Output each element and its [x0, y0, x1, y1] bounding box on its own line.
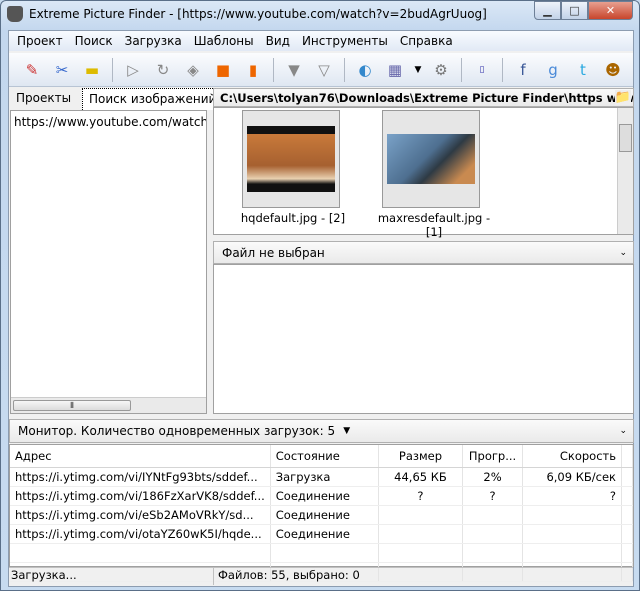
thumbnail-item[interactable]: hqdefault.jpg - [2]: [238, 110, 348, 225]
tools-icon[interactable]: ✂: [49, 58, 75, 82]
download-all-icon[interactable]: ▽: [311, 58, 337, 82]
toolbar: ✎ ✂ ▬ ▷ ↻ ◈ ■ ▮ ▼ ▽ ◐ ▦ ▼ ⚙ ▯ f g t ☻: [9, 53, 633, 87]
twitter-icon[interactable]: t: [570, 58, 596, 82]
stop-icon[interactable]: ■: [210, 58, 236, 82]
table-row[interactable]: https://i.ytimg.com/vi/186FzXarVK8/sddef…: [10, 486, 633, 506]
cell-state: Соединение: [270, 524, 379, 544]
table-row[interactable]: https://i.ytimg.com/vi/IYNtFg93bts/sddef…: [10, 467, 633, 487]
table-row[interactable]: https://i.ytimg.com/vi/otaYZ60wK5I/hqde.…: [10, 524, 633, 544]
menu-view[interactable]: Вид: [260, 34, 296, 48]
edit-icon[interactable]: ✎: [19, 58, 45, 82]
cell-speed: [522, 505, 623, 525]
menu-bar: Проект Поиск Загрузка Шаблоны Вид Инстру…: [9, 31, 633, 51]
menu-download[interactable]: Загрузка: [119, 34, 188, 48]
cell-size: [378, 505, 464, 525]
path-bar: C:\Users\tolyan76\Downloads\Extreme Pict…: [213, 88, 634, 107]
project-list: https://www.youtube.com/watch?v=2budAgrU…: [10, 110, 207, 414]
cell-size: ?: [378, 486, 464, 506]
cell-state: Соединение: [270, 505, 379, 525]
menu-project[interactable]: Проект: [11, 34, 69, 48]
cell-progress: ?: [462, 486, 523, 506]
column-state[interactable]: Состояние: [270, 445, 379, 468]
menu-search[interactable]: Поиск: [69, 34, 119, 48]
thumbnail-image: [387, 134, 475, 184]
google-icon[interactable]: g: [540, 58, 566, 82]
menu-templates[interactable]: Шаблоны: [188, 34, 260, 48]
facebook-icon[interactable]: f: [510, 58, 536, 82]
horizontal-scrollbar[interactable]: ⦀: [11, 397, 206, 413]
thumbnail-label: maxresdefault.jpg - [1]: [377, 211, 491, 239]
cell-address: https://i.ytimg.com/vi/otaYZ60wK5I/hqde.…: [10, 524, 271, 544]
scrollbar-thumb[interactable]: ⦀: [13, 400, 131, 411]
column-speed[interactable]: Скорость: [522, 445, 623, 468]
tab-image-search[interactable]: Поиск изображений: [82, 88, 224, 110]
table-row[interactable]: https://i.ytimg.com/vi/eSb2AMoVRkY/sd...…: [10, 505, 633, 525]
monitor-header[interactable]: Монитор. Количество одновременных загруз…: [9, 419, 634, 443]
cell-speed: ?: [522, 486, 623, 506]
menu-tools[interactable]: Инструменты: [296, 34, 394, 48]
cell-speed: [522, 524, 623, 544]
vertical-scrollbar[interactable]: [617, 108, 633, 234]
users-icon[interactable]: ☻: [600, 58, 626, 82]
status-right: Файлов: 55, выбрано: 0: [218, 568, 360, 582]
thumbnail-image: [247, 126, 335, 192]
minimize-button[interactable]: ▁: [534, 1, 561, 20]
column-size[interactable]: Размер: [378, 445, 464, 468]
cell-address: https://i.ytimg.com/vi/IYNtFg93bts/sddef…: [10, 467, 271, 487]
cell-size: [378, 524, 464, 544]
calendar-icon[interactable]: ▦: [382, 58, 408, 82]
status-bar: Загрузка... Файлов: 55, выбрано: 0: [9, 567, 633, 585]
cell-speed: 6,09 КБ/сек: [522, 467, 623, 487]
step-icon[interactable]: ◈: [180, 58, 206, 82]
cell-progress: [462, 524, 523, 544]
chevron-down-icon[interactable]: ⌄: [619, 426, 627, 436]
cell-progress: 2%: [462, 467, 523, 487]
queue-icon[interactable]: ▮: [240, 58, 266, 82]
maximize-button[interactable]: □: [561, 1, 588, 20]
path-text: C:\Users\tolyan76\Downloads\Extreme Pict…: [220, 90, 633, 105]
download-icon[interactable]: ▼: [281, 58, 307, 82]
client-area: Проект Поиск Загрузка Шаблоны Вид Инстру…: [8, 30, 634, 587]
column-address[interactable]: Адрес: [10, 445, 271, 468]
thumbnail-label: hqdefault.jpg - [2]: [240, 211, 346, 225]
cell-progress: [462, 505, 523, 525]
play-icon[interactable]: ▷: [120, 58, 146, 82]
thumbnail-grid: hqdefault.jpg - [2] maxresdefault.jpg - …: [213, 107, 634, 239]
cell-state: Соединение: [270, 486, 379, 506]
refresh-icon[interactable]: ↻: [150, 58, 176, 82]
html-icon[interactable]: ▯: [469, 58, 495, 82]
scrollbar-thumb[interactable]: [619, 124, 632, 152]
folder-icon[interactable]: 📁: [614, 90, 631, 105]
settings-icon[interactable]: ⚙: [428, 58, 454, 82]
preview-header[interactable]: Файл не выбран ⌄: [213, 241, 634, 264]
monitor-label: Монитор. Количество одновременных загруз…: [18, 424, 336, 438]
window-title: Extreme Picture Finder - [https://www.yo…: [29, 7, 487, 21]
chevron-down-icon[interactable]: ⌄: [619, 248, 627, 258]
note-icon[interactable]: ▬: [79, 58, 105, 82]
app-window: Extreme Picture Finder - [https://www.yo…: [0, 0, 640, 591]
column-progress[interactable]: Прогр...: [462, 445, 523, 468]
project-item[interactable]: https://www.youtube.com/watch?v=2budAgrU…: [11, 111, 206, 133]
downloads-table: Адрес Состояние Размер Прогр... Скорость…: [9, 444, 634, 582]
preview-area: [213, 264, 634, 414]
app-icon: [7, 6, 23, 22]
cell-address: https://i.ytimg.com/vi/186FzXarVK8/sddef…: [10, 486, 271, 506]
globe-icon[interactable]: ◐: [352, 58, 378, 82]
dropdown-icon[interactable]: ▼: [412, 58, 424, 82]
cell-address: https://i.ytimg.com/vi/eSb2AMoVRkY/sd...: [10, 505, 271, 525]
close-button[interactable]: ✕: [588, 1, 633, 20]
tab-projects[interactable]: Проекты: [10, 88, 77, 110]
table-row[interactable]: [10, 543, 633, 563]
cell-size: 44,65 КБ: [378, 467, 464, 487]
cell-state: Загрузка: [270, 467, 379, 487]
menu-help[interactable]: Справка: [394, 34, 459, 48]
dropdown-arrow-icon[interactable]: ▼: [343, 426, 350, 436]
preview-title: Файл не выбран: [222, 245, 325, 260]
thumbnail-item[interactable]: maxresdefault.jpg - [1]: [374, 110, 494, 239]
status-left: Загрузка...: [9, 568, 214, 585]
